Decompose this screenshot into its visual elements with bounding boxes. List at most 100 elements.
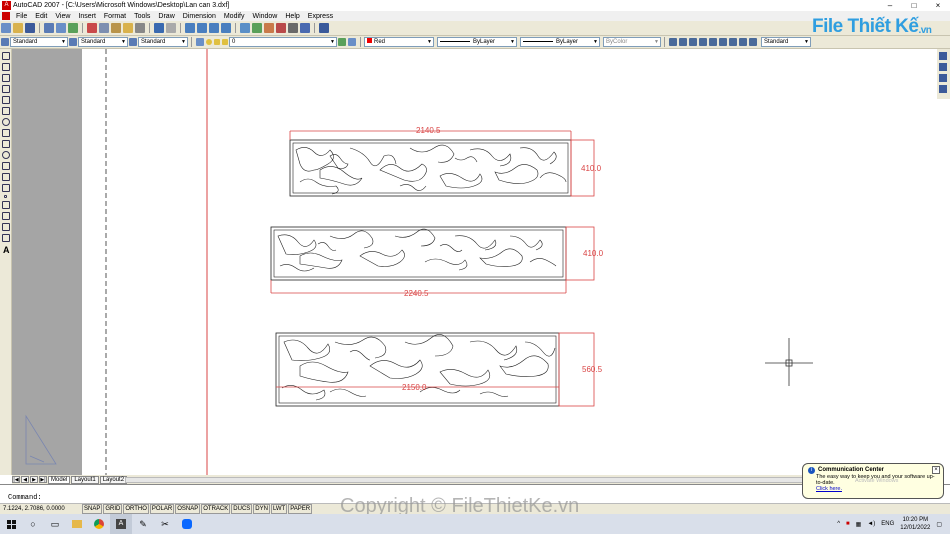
dim-angular-icon[interactable]	[719, 38, 727, 46]
menu-modify[interactable]: Modify	[220, 13, 249, 20]
zoom-realtime-icon[interactable]	[197, 23, 207, 33]
color-select[interactable]: Red ▼	[364, 37, 434, 47]
menu-draw[interactable]: Draw	[154, 13, 178, 20]
file-explorer-icon[interactable]	[66, 514, 88, 534]
text-style-select[interactable]: Standard ▼	[10, 37, 68, 47]
close-button[interactable]: ×	[926, 0, 950, 11]
menu-file[interactable]: File	[12, 13, 31, 20]
clock[interactable]: 10:20 PM 12/01/2022	[900, 516, 930, 532]
sheet-set-icon[interactable]	[276, 23, 286, 33]
layer-freeze-icon[interactable]	[214, 39, 220, 45]
undo-icon[interactable]	[154, 23, 164, 33]
antivirus-icon[interactable]: ■	[846, 521, 850, 527]
show-hidden-icons-icon[interactable]: ^	[837, 521, 840, 527]
block-editor-icon[interactable]	[135, 23, 145, 33]
copy-icon[interactable]	[99, 23, 109, 33]
plot-icon[interactable]	[44, 23, 54, 33]
ellipse-icon[interactable]	[2, 151, 10, 159]
tool-palettes-icon[interactable]	[264, 23, 274, 33]
ellipse-arc-icon[interactable]	[2, 162, 10, 170]
prev-tab-arrow-icon[interactable]: ◀	[21, 476, 29, 483]
construction-line-icon[interactable]	[2, 63, 10, 71]
dimstyle-control-select[interactable]: Standard ▼	[761, 37, 811, 47]
volume-icon[interactable]: ◄)	[867, 521, 875, 527]
communication-center-balloon[interactable]: i Communication Center The easy way to ke…	[802, 463, 944, 499]
spline-icon[interactable]	[2, 140, 10, 148]
dim-aligned-icon[interactable]	[679, 38, 687, 46]
tool-icon[interactable]: ✂	[154, 514, 176, 534]
help-icon[interactable]	[319, 23, 329, 33]
menu-tools[interactable]: Tools	[130, 13, 154, 20]
chrome-icon[interactable]	[88, 514, 110, 534]
language-indicator[interactable]: ENG	[881, 521, 894, 527]
windows-start-icon[interactable]	[0, 514, 22, 534]
plot-preview-icon[interactable]	[56, 23, 66, 33]
menu-format[interactable]: Format	[100, 13, 130, 20]
properties-icon[interactable]	[240, 23, 250, 33]
zalo-icon[interactable]	[176, 514, 198, 534]
zoom-window-icon[interactable]	[209, 23, 219, 33]
menu-insert[interactable]: Insert	[74, 13, 100, 20]
design-center-icon[interactable]	[252, 23, 262, 33]
menu-help[interactable]: Help	[281, 13, 303, 20]
open-icon[interactable]	[13, 23, 23, 33]
grid-toggle[interactable]: GRID	[103, 504, 123, 514]
table-style-select[interactable]: Standard ▼	[138, 37, 188, 47]
match-properties-icon[interactable]	[123, 23, 133, 33]
layer-on-icon[interactable]	[206, 39, 212, 45]
qdim-icon[interactable]	[729, 38, 737, 46]
last-tab-arrow-icon[interactable]: ▶|	[39, 476, 47, 483]
first-tab-arrow-icon[interactable]: |◀	[12, 476, 20, 483]
markup-icon[interactable]	[288, 23, 298, 33]
revision-cloud-icon[interactable]	[2, 129, 10, 137]
next-tab-arrow-icon[interactable]: ▶	[30, 476, 38, 483]
save-icon[interactable]	[25, 23, 35, 33]
pan-icon[interactable]	[185, 23, 195, 33]
linetype-select[interactable]: ByLayer ▼	[437, 37, 517, 47]
menu-edit[interactable]: Edit	[31, 13, 51, 20]
properties-panel-icon[interactable]	[939, 52, 947, 60]
dim-radius-icon[interactable]	[699, 38, 707, 46]
snap-toggle[interactable]: SNAP	[82, 504, 103, 514]
dim-continue-icon[interactable]	[749, 38, 757, 46]
menu-window[interactable]: Window	[248, 13, 281, 20]
dim-diameter-icon[interactable]	[709, 38, 717, 46]
otrack-toggle[interactable]: OTRACK	[201, 504, 231, 514]
dyn-toggle[interactable]: DYN	[253, 504, 270, 514]
paper-toggle[interactable]: PAPER	[288, 504, 313, 514]
tab-model[interactable]: Model	[48, 475, 71, 484]
hatch-icon[interactable]	[2, 201, 10, 209]
layer-previous-icon[interactable]	[348, 38, 356, 46]
ortho-toggle[interactable]: ORTHO	[123, 504, 149, 514]
minimize-button[interactable]: –	[878, 0, 902, 11]
polar-toggle[interactable]: POLAR	[149, 504, 175, 514]
polyline-icon[interactable]	[2, 74, 10, 82]
tab-layout1[interactable]: Layout1	[71, 475, 99, 484]
notification-link[interactable]: Click here.	[816, 486, 938, 492]
multiline-text-icon[interactable]: A	[3, 245, 10, 255]
redo-icon[interactable]	[166, 23, 176, 33]
polygon-icon[interactable]	[2, 85, 10, 93]
dim-arc-icon[interactable]	[689, 38, 697, 46]
menu-dimension[interactable]: Dimension	[179, 13, 220, 20]
task-view-icon[interactable]: ▭	[44, 514, 66, 534]
osnap-toggle[interactable]: OSNAP	[175, 504, 201, 514]
new-icon[interactable]	[1, 23, 11, 33]
table-icon[interactable]	[2, 234, 10, 242]
dim-baseline-icon[interactable]	[739, 38, 747, 46]
network-icon[interactable]: ▦	[856, 521, 862, 528]
arc-icon[interactable]	[2, 107, 10, 115]
menu-view[interactable]: View	[51, 13, 74, 20]
notification-close-icon[interactable]: ×	[932, 466, 940, 474]
quickcalc-icon[interactable]	[300, 23, 310, 33]
sheetset-icon[interactable]	[939, 74, 947, 82]
paste-icon[interactable]	[111, 23, 121, 33]
autocad-taskbar-icon[interactable]: A	[110, 514, 132, 534]
notifications-icon[interactable]: ▢	[936, 521, 942, 528]
cut-icon[interactable]	[87, 23, 97, 33]
point-icon[interactable]	[4, 195, 7, 198]
layer-lock-icon[interactable]	[222, 39, 228, 45]
drawing-canvas[interactable]: 2140.5 410.0 410.0 2240.5 560.5 2150.0	[12, 49, 937, 475]
make-block-icon[interactable]	[2, 184, 10, 192]
search-circle-icon[interactable]: ○	[22, 514, 44, 534]
